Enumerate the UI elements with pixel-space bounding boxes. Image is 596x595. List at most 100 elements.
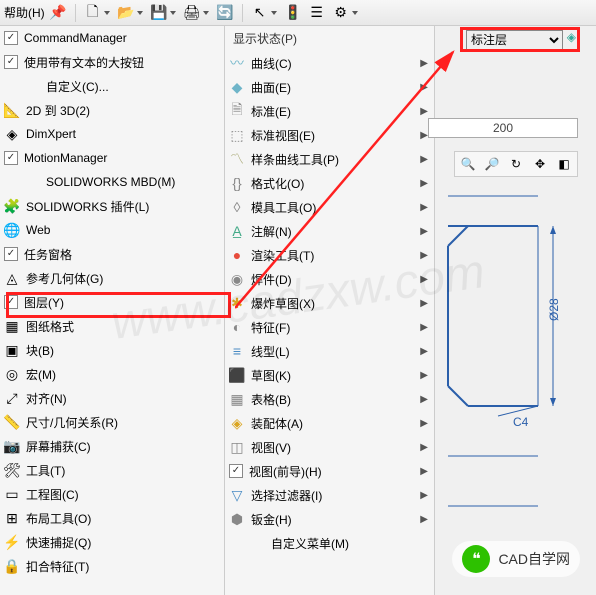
checkbox[interactable]	[4, 151, 18, 165]
item-icon: ⚡	[4, 534, 20, 550]
left-item-0[interactable]: CommandManager	[0, 26, 224, 50]
rebuild-button[interactable]: 🚦	[282, 3, 304, 23]
pin-icon: 📌	[50, 5, 66, 21]
section-icon: ◧	[558, 157, 569, 171]
checkbox[interactable]	[4, 295, 18, 309]
left-item-1[interactable]: 使用带有文本的大按钮	[0, 50, 224, 74]
options-button[interactable]: ⚙	[330, 3, 361, 23]
submenu-arrow-icon: ▶	[420, 58, 428, 69]
left-item-17[interactable]: 📷 屏幕捕获(C)	[0, 434, 224, 458]
submenu-arrow-icon: ▶	[420, 298, 428, 309]
item-icon: ▦	[229, 391, 245, 407]
zoom-fit-button[interactable]: 🔍	[457, 154, 479, 174]
section-button[interactable]: ◧	[553, 154, 575, 174]
left-item-16[interactable]: 📏尺寸/几何关系(R)	[0, 410, 224, 434]
mid-item-15[interactable]: ◈装配体(A)▶	[225, 411, 434, 435]
svg-text:C4: C4	[513, 415, 529, 429]
rotate-button[interactable]: ↻	[505, 154, 527, 174]
left-item-6[interactable]: SOLIDWORKS MBD(M)	[0, 170, 224, 194]
item-icon: ▦	[4, 318, 20, 334]
gear-icon: ⚙	[333, 5, 349, 21]
cursor-button[interactable]: ↖	[249, 3, 280, 23]
mid-item-7[interactable]: A̲注解(N)▶	[225, 219, 434, 243]
mid-item-2[interactable]: 🗎标准(E)▶	[225, 99, 434, 123]
item-icon	[24, 78, 40, 94]
checkbox[interactable]	[4, 55, 18, 69]
checkbox[interactable]	[4, 247, 18, 261]
mid-item-0[interactable]: 〰曲线(C)▶	[225, 51, 434, 75]
mid-item-3[interactable]: ⬚标准视图(E)▶	[225, 123, 434, 147]
mid-item-19[interactable]: ⬢钣金(H)▶	[225, 507, 434, 531]
submenu-arrow-icon: ▶	[420, 82, 428, 93]
print-button[interactable]: 🖨	[181, 3, 212, 23]
left-item-14[interactable]: ◎宏(M)	[0, 362, 224, 386]
help-menu[interactable]: 帮助(H)	[4, 4, 45, 21]
left-item-12[interactable]: ▦图纸格式	[0, 314, 224, 338]
mid-item-13[interactable]: ⬛草图(K)▶	[225, 363, 434, 387]
mid-item-18[interactable]: ▽选择过滤器(I)▶	[225, 483, 434, 507]
submenu-arrow-icon: ▶	[420, 202, 428, 213]
left-item-15[interactable]: ⤢对齐(N)	[0, 386, 224, 410]
mid-item-16[interactable]: ◫视图(V)▶	[225, 435, 434, 459]
submenu-arrow-icon: ▶	[420, 490, 428, 501]
left-item-20[interactable]: ⊞布局工具(O)	[0, 506, 224, 530]
left-item-9[interactable]: 任务窗格	[0, 242, 224, 266]
left-item-8[interactable]: 🌐Web	[0, 218, 224, 242]
mid-item-11[interactable]: ◐特征(F)▶	[225, 315, 434, 339]
left-item-21[interactable]: ⚡快速捕捉(Q)	[0, 530, 224, 554]
left-item-7[interactable]: 🧩SOLIDWORKS 插件(L)	[0, 194, 224, 218]
mid-item-17[interactable]: 视图(前导)(H)▶	[225, 459, 434, 483]
item-icon: ◬	[4, 270, 20, 286]
mid-item-14[interactable]: ▦表格(B)▶	[225, 387, 434, 411]
left-item-18[interactable]: 🛠工具(T)	[0, 458, 224, 482]
mid-item-1[interactable]: ◆曲面(E)▶	[225, 75, 434, 99]
item-label: 屏幕捕获(C)	[26, 438, 91, 455]
mid-item-20[interactable]: 自定义菜单(M)	[225, 531, 434, 555]
mid-item-10[interactable]: ✱爆炸草图(X)▶	[225, 291, 434, 315]
item-label: 扣合特征(T)	[26, 558, 89, 575]
layer-props-icon[interactable]: ◈	[567, 30, 576, 50]
submenu-arrow-icon: ▶	[420, 442, 428, 453]
pan-button[interactable]: ✥	[529, 154, 551, 174]
mid-item-4[interactable]: 〽样条曲线工具(P)▶	[225, 147, 434, 171]
mid-item-8[interactable]: ●渲染工具(T)▶	[225, 243, 434, 267]
list-button[interactable]: ☰	[306, 3, 328, 23]
checkbox[interactable]	[4, 31, 18, 45]
left-item-22[interactable]: 🔒扣合特征(T)	[0, 554, 224, 578]
mid-item-12[interactable]: ≡线型(L)▶	[225, 339, 434, 363]
item-icon: 🛠	[4, 462, 20, 478]
item-icon: ▭	[4, 486, 20, 502]
open-button[interactable]: 📂	[115, 3, 146, 23]
left-item-19[interactable]: ▭工程图(C)	[0, 482, 224, 506]
list-icon: ☰	[309, 5, 325, 21]
item-icon: ⬛	[229, 367, 245, 383]
left-item-5[interactable]: MotionManager	[0, 146, 224, 170]
item-label: SOLIDWORKS MBD(M)	[46, 175, 175, 189]
item-icon: ◉	[229, 271, 245, 287]
convert-button[interactable]: 🔄	[214, 3, 236, 23]
drawing-canvas[interactable]: 200 🔍 🔎 ↻ ✥ ◧ Ø28 C4	[435, 26, 596, 595]
mid-menu: 显示状态(P) 〰曲线(C)▶◆曲面(E)▶🗎标准(E)▶⬚标准视图(E)▶〽样…	[225, 26, 435, 595]
mid-item-6[interactable]: ◊模具工具(O)▶	[225, 195, 434, 219]
mid-item-9[interactable]: ◉焊件(D)▶	[225, 267, 434, 291]
mid-item-5[interactable]: {}格式化(O)▶	[225, 171, 434, 195]
left-item-10[interactable]: ◬参考几何体(G)	[0, 266, 224, 290]
item-icon: 📷	[4, 438, 20, 454]
pin-button[interactable]: 📌	[47, 3, 69, 23]
save-button[interactable]: 💾	[148, 3, 179, 23]
new-doc-button[interactable]: 🗋	[82, 3, 113, 23]
item-label: 曲线(C)	[251, 55, 292, 72]
submenu-arrow-icon: ▶	[420, 250, 428, 261]
left-item-13[interactable]: ▣块(B)	[0, 338, 224, 362]
item-label: 焊件(D)	[251, 271, 292, 288]
new-doc-icon: 🗋	[85, 5, 101, 21]
layer-select[interactable]: 标注层	[466, 30, 563, 50]
item-label: 样条曲线工具(P)	[251, 151, 339, 168]
left-item-2[interactable]: 自定义(C)...	[0, 74, 224, 98]
left-item-3[interactable]: 📐2D 到 3D(2)	[0, 98, 224, 122]
ruler: 200	[428, 118, 578, 138]
left-item-11[interactable]: 图层(Y)	[0, 290, 224, 314]
checkbox[interactable]	[229, 464, 243, 478]
left-item-4[interactable]: ◈DimXpert	[0, 122, 224, 146]
zoom-area-button[interactable]: 🔎	[481, 154, 503, 174]
